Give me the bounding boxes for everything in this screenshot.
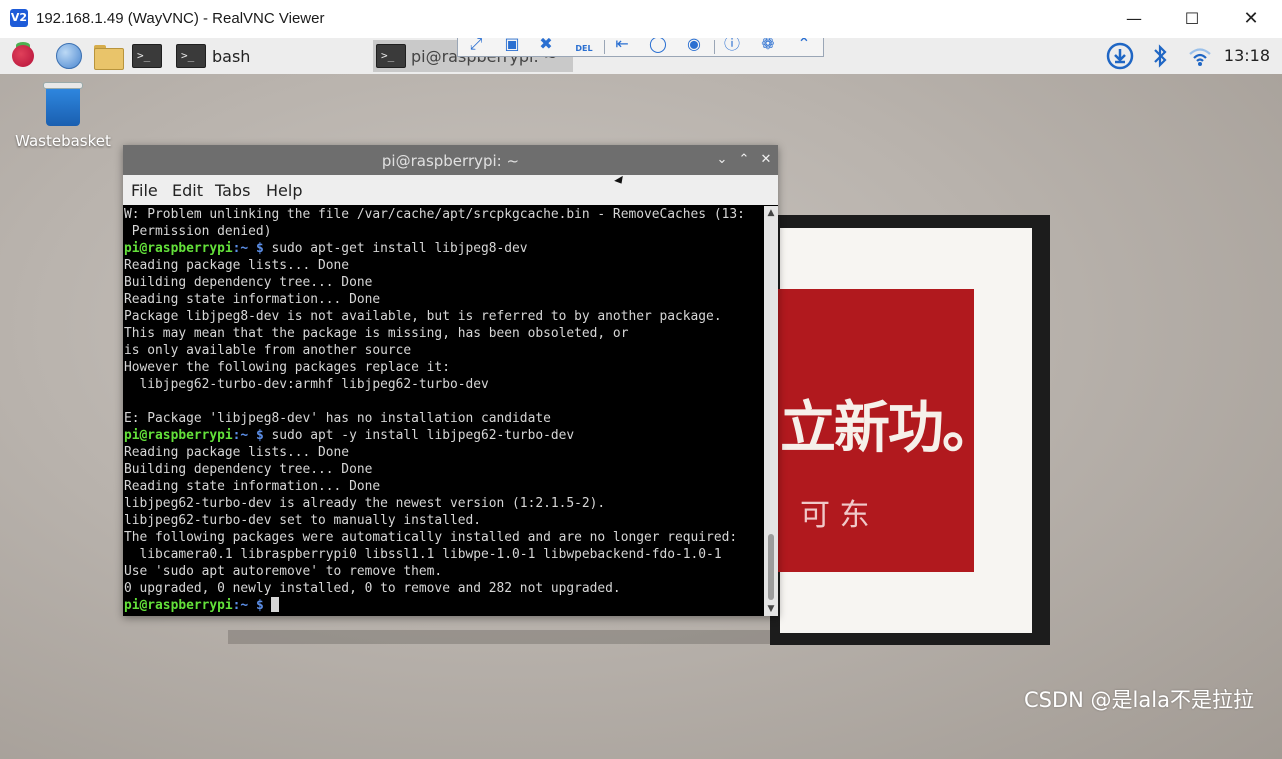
terminal-output-line: Building dependency tree... Done	[124, 275, 373, 290]
download-icon[interactable]	[1105, 42, 1135, 70]
scroll-down-icon[interactable]: ▼	[764, 602, 778, 616]
terminal-output-line: W: Problem unlinking the file /var/cache…	[124, 207, 745, 222]
info-icon[interactable]: ⓘ	[720, 38, 744, 54]
prompt-path: :~ $	[232, 241, 264, 256]
terminal-window[interactable]: pi@raspberrypi: ~ ⌄ ⌃ ✕ File Edit Tabs H…	[123, 145, 778, 616]
wastebasket-label: Wastebasket	[15, 132, 111, 150]
command-text: sudo apt-get install libjpeg8-dev	[263, 241, 528, 256]
task-bash-label: bash	[212, 47, 251, 66]
pin-icon[interactable]: ✖	[534, 38, 558, 54]
terminal-output-line: Reading state information... Done	[124, 292, 381, 307]
chat-icon[interactable]: ◯	[646, 38, 670, 54]
globe-icon	[56, 43, 82, 69]
toolbar-separator	[714, 40, 715, 54]
terminal-output-line: The following packages were automaticall…	[124, 530, 738, 545]
menu-file[interactable]: File	[131, 181, 158, 200]
fullscreen-icon[interactable]: ⤢	[464, 38, 488, 54]
terminal-output[interactable]: W: Problem unlinking the file /var/cache…	[123, 206, 764, 616]
terminal-minimize-icon[interactable]: ⌄	[713, 151, 731, 169]
prompt-path: :~ $	[232, 428, 264, 443]
terminal-icon: >_	[376, 44, 406, 68]
wastebasket-desktop-icon[interactable]: Wastebasket	[14, 82, 112, 150]
raspberry-menu-button[interactable]	[8, 42, 38, 70]
close-button[interactable]: ✕	[1222, 0, 1280, 38]
file-manager-launcher[interactable]	[92, 42, 124, 70]
terminal-output-line: Reading state information... Done	[124, 479, 381, 494]
terminal-prompt-line: pi@raspberrypi:~ $	[124, 597, 764, 614]
trash-body	[46, 89, 80, 126]
prompt-user: pi@raspberrypi	[124, 428, 233, 443]
artwork-text: 立新功。	[780, 396, 998, 461]
terminal-icon: >_	[132, 44, 162, 68]
settings-icon[interactable]: ❁	[756, 38, 780, 54]
terminal-output-line: Permission denied)	[124, 224, 272, 239]
raspberry-icon	[12, 45, 34, 67]
folder-icon	[94, 48, 124, 70]
terminal-output-line: This may mean that the package is missin…	[124, 326, 629, 341]
command-text: sudo apt -y install libjpeg62-turbo-dev	[263, 428, 575, 443]
terminal-output-line: E: Package 'libjpeg8-dev' has no install…	[124, 411, 551, 426]
scroll-thumb[interactable]	[768, 534, 774, 600]
menu-edit[interactable]: Edit	[172, 181, 203, 200]
terminal-output-line: Use 'sudo apt autoremove' to remove them…	[124, 564, 443, 579]
trash-lid	[43, 82, 83, 89]
vnc-toolbar: ⤢ ▣ ✖ DEL ⇤ ◯ ◉ ⓘ ❁ ⌃	[457, 38, 824, 57]
terminal-output-line: libjpeg62-turbo-dev is already the newes…	[124, 496, 606, 511]
scale-icon[interactable]: ▣	[500, 38, 524, 54]
terminal-output-line: Reading package lists... Done	[124, 445, 350, 460]
artwork-signature: 可 东	[800, 498, 870, 533]
window-title: 192.168.1.49 (WayVNC) - RealVNC Viewer	[36, 10, 325, 27]
remote-desktop[interactable]: 立新功。 可 东 >_ >_ bash >_ pi@raspberrypi: ~	[0, 38, 1282, 759]
terminal-icon: >_	[176, 44, 206, 68]
terminal-title: pi@raspberrypi: ~	[381, 152, 520, 170]
bluetooth-icon[interactable]	[1145, 42, 1175, 70]
task-bash[interactable]: >_ bash	[174, 40, 364, 72]
terminal-output-line: libcamera0.1 libraspberrypi0 libssl1.1 l…	[124, 547, 722, 562]
terminal-output-line: 0 upgraded, 0 newly installed, 0 to remo…	[124, 581, 621, 596]
close-toolbar-icon[interactable]: ⌃	[792, 38, 816, 54]
wifi-icon[interactable]	[1185, 42, 1215, 70]
terminal-output-line: is only available from another source	[124, 343, 412, 358]
terminal-output-line: However the following packages replace i…	[124, 360, 450, 375]
realvnc-app-icon: V2	[10, 9, 28, 27]
terminal-output-line: Package libjpeg8-dev is not available, b…	[124, 309, 722, 324]
transfer-icon[interactable]: ⇤	[610, 38, 634, 54]
toolbar-separator	[604, 40, 605, 54]
prompt-user: pi@raspberrypi	[124, 241, 233, 256]
menu-help[interactable]: Help	[266, 181, 302, 200]
terminal-prompt-line: pi@raspberrypi:~ $ sudo apt-get install …	[124, 240, 764, 257]
prompt-input[interactable]	[264, 598, 272, 613]
vnc-viewer-titlebar: V2 192.168.1.49 (WayVNC) - RealVNC Viewe…	[0, 0, 1282, 39]
terminal-titlebar[interactable]: pi@raspberrypi: ~ ⌄ ⌃ ✕	[123, 145, 778, 175]
maximize-button[interactable]: ☐	[1163, 0, 1221, 38]
prompt-path: :~ $	[232, 598, 264, 613]
record-icon[interactable]: ◉	[682, 38, 706, 54]
web-browser-launcher[interactable]	[54, 42, 84, 70]
terminal-scrollbar[interactable]: ▲ ▼	[764, 206, 778, 616]
text-cursor	[271, 597, 280, 612]
minimize-button[interactable]: —	[1105, 0, 1163, 38]
prompt-user: pi@raspberrypi	[124, 598, 233, 613]
menu-tabs[interactable]: Tabs	[215, 181, 250, 200]
trash-icon	[43, 82, 83, 126]
clock[interactable]: 13:18	[1224, 46, 1270, 65]
terminal-output-line: Building dependency tree... Done	[124, 462, 373, 477]
ctrl-alt-del-icon[interactable]: DEL	[572, 39, 596, 56]
scroll-up-icon[interactable]: ▲	[764, 206, 778, 220]
terminal-launcher[interactable]: >_	[131, 42, 165, 70]
terminal-close-icon[interactable]: ✕	[757, 151, 775, 169]
terminal-output-line: libjpeg62-turbo-dev set to manually inst…	[124, 513, 481, 528]
terminal-maximize-icon[interactable]: ⌃	[735, 151, 753, 169]
csdn-watermark: CSDN @是lala不是拉拉	[1024, 688, 1254, 712]
terminal-menubar: File Edit Tabs Help	[123, 175, 778, 205]
terminal-output-line: Reading package lists... Done	[124, 258, 350, 273]
terminal-prompt-line: pi@raspberrypi:~ $ sudo apt -y install l…	[124, 427, 764, 444]
terminal-output-line: libjpeg62-turbo-dev:armhf libjpeg62-turb…	[124, 377, 489, 392]
